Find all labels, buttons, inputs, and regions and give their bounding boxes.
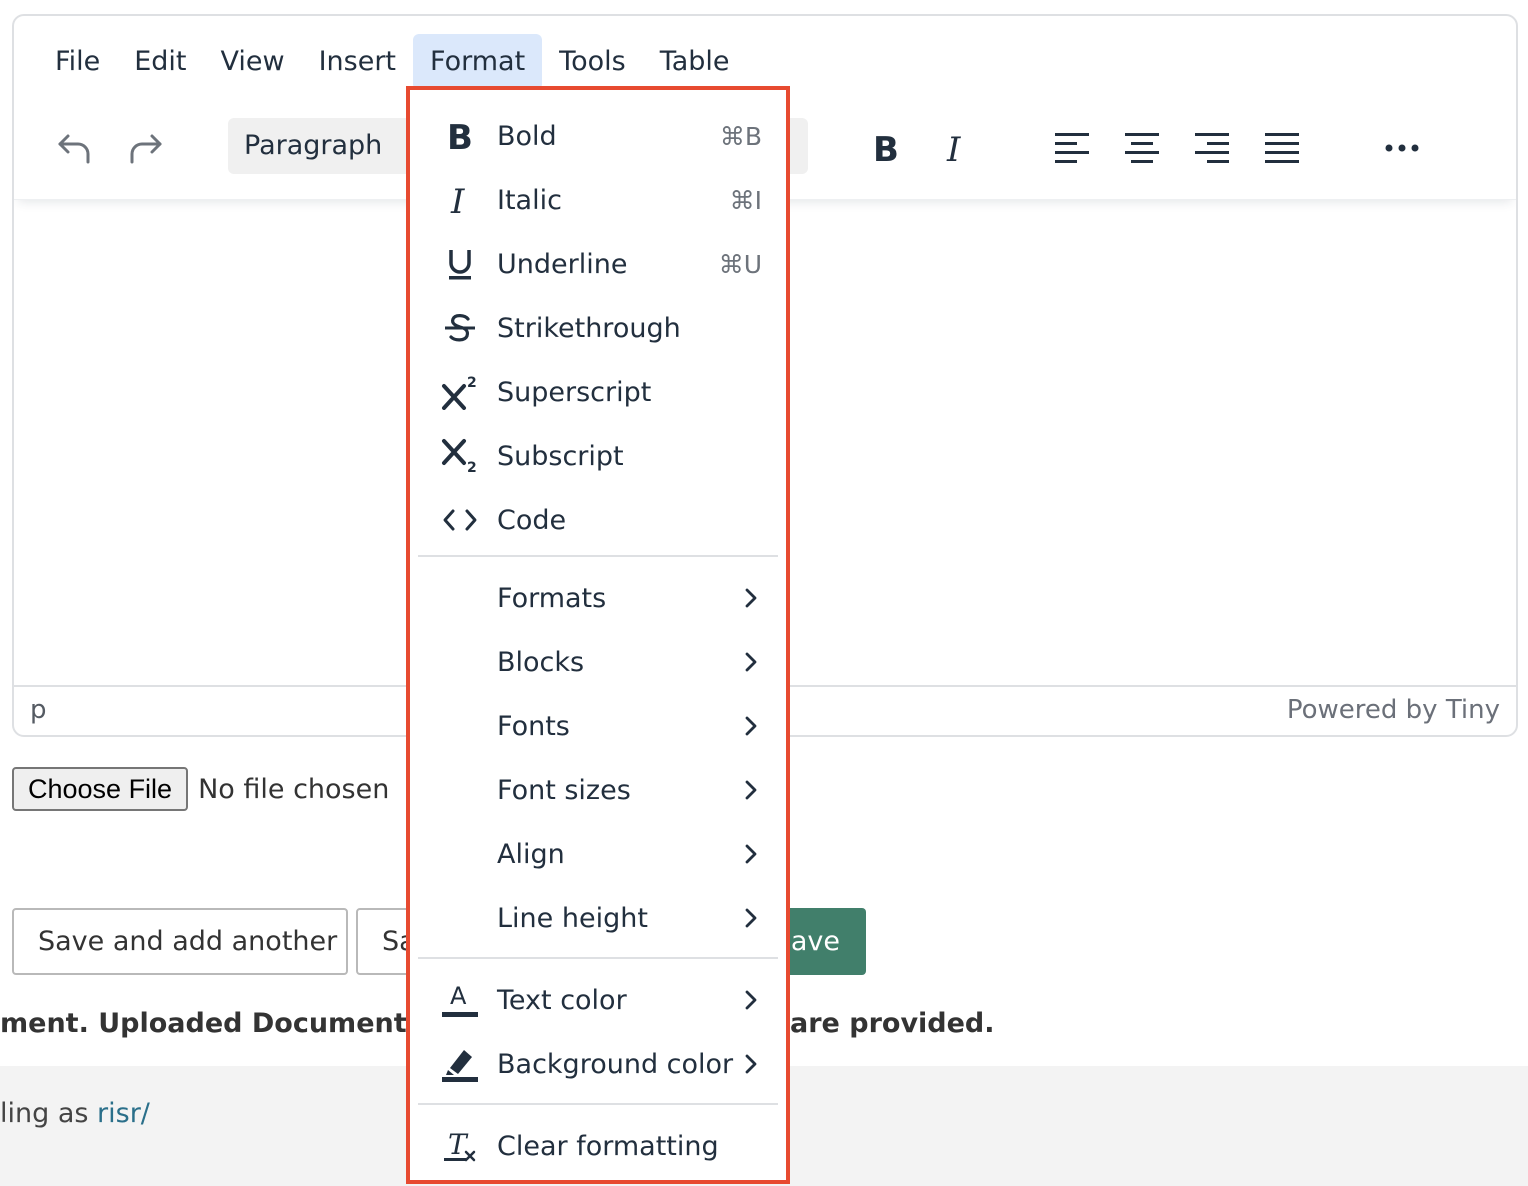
svg-text:2: 2 bbox=[467, 375, 477, 391]
align-center-icon[interactable] bbox=[1118, 124, 1166, 172]
svg-text:B: B bbox=[873, 131, 899, 165]
menu-item-code[interactable]: Code bbox=[410, 490, 786, 550]
menu-item-line-height[interactable]: Line height bbox=[410, 888, 786, 948]
powered-by-link[interactable]: Powered by Tiny bbox=[1287, 695, 1500, 725]
text-color-icon: A bbox=[440, 980, 480, 1020]
menu-item-label: Background color bbox=[497, 1048, 734, 1080]
menu-item-label: Text color bbox=[497, 984, 627, 1016]
italic-icon: I bbox=[440, 180, 480, 220]
menu-item-subscript[interactable]: 2 Subscript bbox=[410, 426, 786, 486]
svg-text:B: B bbox=[447, 119, 473, 153]
menu-item-label: Clear formatting bbox=[497, 1130, 719, 1162]
file-input: Choose File No file chosen bbox=[12, 766, 389, 812]
menu-edit[interactable]: Edit bbox=[117, 34, 203, 90]
menu-item-italic[interactable]: I Italic ⌘I bbox=[410, 170, 786, 230]
highlight-icon bbox=[440, 1044, 480, 1084]
menu-item-label: Blocks bbox=[497, 646, 585, 678]
undo-icon[interactable] bbox=[50, 124, 98, 172]
svg-text:2: 2 bbox=[467, 460, 477, 474]
menu-item-strikethrough[interactable]: Strikethrough bbox=[410, 298, 786, 358]
user-info-prefix: ling as bbox=[0, 1098, 98, 1129]
chevron-right-icon bbox=[745, 652, 757, 672]
clear-formatting-icon: T bbox=[440, 1126, 480, 1166]
menu-item-align[interactable]: Align bbox=[410, 824, 786, 884]
menu-separator bbox=[418, 957, 778, 959]
underline-icon bbox=[440, 244, 480, 284]
align-left-icon[interactable] bbox=[1048, 124, 1096, 172]
menu-separator bbox=[418, 1103, 778, 1105]
bold-icon: B bbox=[440, 116, 480, 156]
svg-text:I: I bbox=[946, 131, 961, 165]
element-path[interactable]: p bbox=[30, 695, 47, 725]
menu-item-superscript[interactable]: 2 Superscript bbox=[410, 362, 786, 422]
menu-tools[interactable]: Tools bbox=[542, 34, 643, 90]
menubar: File Edit View Insert Format Tools Table bbox=[14, 34, 747, 90]
menu-item-label: Strikethrough bbox=[497, 312, 681, 344]
menu-item-label: Font sizes bbox=[497, 774, 631, 806]
chevron-right-icon bbox=[745, 588, 757, 608]
strikethrough-icon bbox=[440, 308, 480, 348]
menu-separator bbox=[418, 555, 778, 557]
menu-item-underline[interactable]: Underline ⌘U bbox=[410, 234, 786, 294]
menu-item-label: Bold bbox=[497, 120, 557, 152]
upload-notice-right: are provided. bbox=[790, 1008, 995, 1039]
menu-item-blocks[interactable]: Blocks bbox=[410, 632, 786, 692]
svg-text:I: I bbox=[450, 183, 465, 217]
chevron-right-icon bbox=[745, 908, 757, 928]
menu-item-clear-formatting[interactable]: T Clear formatting bbox=[410, 1116, 786, 1176]
choose-file-button[interactable]: Choose File bbox=[12, 767, 189, 811]
menu-item-background-color[interactable]: Background color bbox=[410, 1034, 786, 1094]
menu-item-label: Underline bbox=[497, 248, 628, 280]
chevron-right-icon bbox=[745, 780, 757, 800]
align-right-icon[interactable] bbox=[1188, 124, 1236, 172]
menu-insert[interactable]: Insert bbox=[302, 34, 413, 90]
menu-item-text-color[interactable]: A Text color bbox=[410, 970, 786, 1030]
menu-item-font-sizes[interactable]: Font sizes bbox=[410, 760, 786, 820]
align-justify-icon[interactable] bbox=[1258, 124, 1306, 172]
redo-icon[interactable] bbox=[122, 124, 170, 172]
shortcut-label: ⌘U bbox=[718, 249, 762, 279]
code-icon bbox=[440, 500, 480, 540]
menu-item-label: Formats bbox=[497, 582, 607, 614]
menu-table[interactable]: Table bbox=[643, 34, 747, 90]
format-menu: B Bold ⌘B I Italic ⌘I Underline ⌘U Strik… bbox=[406, 86, 790, 1184]
menu-item-label: Code bbox=[497, 504, 567, 536]
menu-file[interactable]: File bbox=[38, 34, 117, 90]
menu-item-label: Italic bbox=[497, 184, 562, 216]
file-status: No file chosen bbox=[198, 773, 390, 805]
shortcut-label: ⌘B bbox=[719, 121, 762, 151]
italic-icon[interactable]: I bbox=[932, 124, 980, 172]
superscript-icon: 2 bbox=[440, 372, 480, 412]
chevron-right-icon bbox=[745, 1054, 757, 1074]
save-and-add-another-button[interactable]: Save and add another bbox=[12, 908, 348, 975]
menu-item-label: Align bbox=[497, 838, 565, 870]
subscript-icon: 2 bbox=[440, 436, 480, 476]
menu-item-bold[interactable]: B Bold ⌘B bbox=[410, 106, 786, 166]
menu-view[interactable]: View bbox=[203, 34, 301, 90]
bold-icon[interactable]: B bbox=[862, 124, 910, 172]
menu-item-label: Line height bbox=[497, 902, 648, 934]
more-icon[interactable] bbox=[1378, 124, 1426, 172]
shortcut-label: ⌘I bbox=[729, 185, 762, 215]
menu-item-label: Superscript bbox=[497, 376, 652, 408]
chevron-right-icon bbox=[745, 844, 757, 864]
menu-format[interactable]: Format bbox=[413, 34, 543, 90]
menu-item-fonts[interactable]: Fonts bbox=[410, 696, 786, 756]
user-info: ling as risr/ bbox=[0, 1098, 150, 1129]
chevron-right-icon bbox=[745, 990, 757, 1010]
menu-item-label: Subscript bbox=[497, 440, 624, 472]
user-link[interactable]: risr/ bbox=[97, 1098, 150, 1129]
menu-item-formats[interactable]: Formats bbox=[410, 568, 786, 628]
menu-item-label: Fonts bbox=[497, 710, 570, 742]
svg-text:A: A bbox=[450, 982, 467, 1010]
svg-text:T: T bbox=[448, 1128, 469, 1161]
chevron-right-icon bbox=[745, 716, 757, 736]
upload-notice-left: ment. Uploaded Document is bbox=[0, 1008, 442, 1039]
